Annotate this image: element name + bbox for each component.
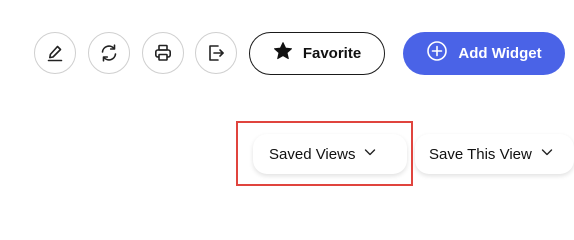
export-button[interactable] xyxy=(195,32,237,74)
pencil-edit-icon xyxy=(45,43,65,63)
plus-circle-icon xyxy=(426,40,448,67)
refresh-button[interactable] xyxy=(88,32,130,74)
page: Favorite Add Widget Saved Views Save Thi… xyxy=(0,0,574,204)
favorite-label: Favorite xyxy=(302,45,362,62)
star-icon xyxy=(273,41,293,66)
edit-button[interactable] xyxy=(34,32,76,74)
print-button[interactable] xyxy=(142,32,184,74)
export-icon xyxy=(206,43,226,63)
refresh-icon xyxy=(98,42,120,64)
add-widget-label: Add Widget xyxy=(458,45,542,62)
chevron-down-icon xyxy=(363,145,377,164)
saved-views-dropdown[interactable]: Saved Views xyxy=(253,134,407,174)
favorite-button[interactable]: Favorite xyxy=(249,32,385,75)
saved-views-label: Saved Views xyxy=(269,145,356,163)
chevron-down-icon xyxy=(540,145,554,164)
save-this-view-dropdown[interactable]: Save This View xyxy=(415,134,574,174)
printer-icon xyxy=(153,43,173,63)
add-widget-button[interactable]: Add Widget xyxy=(403,32,565,75)
save-this-view-label: Save This View xyxy=(429,145,532,163)
